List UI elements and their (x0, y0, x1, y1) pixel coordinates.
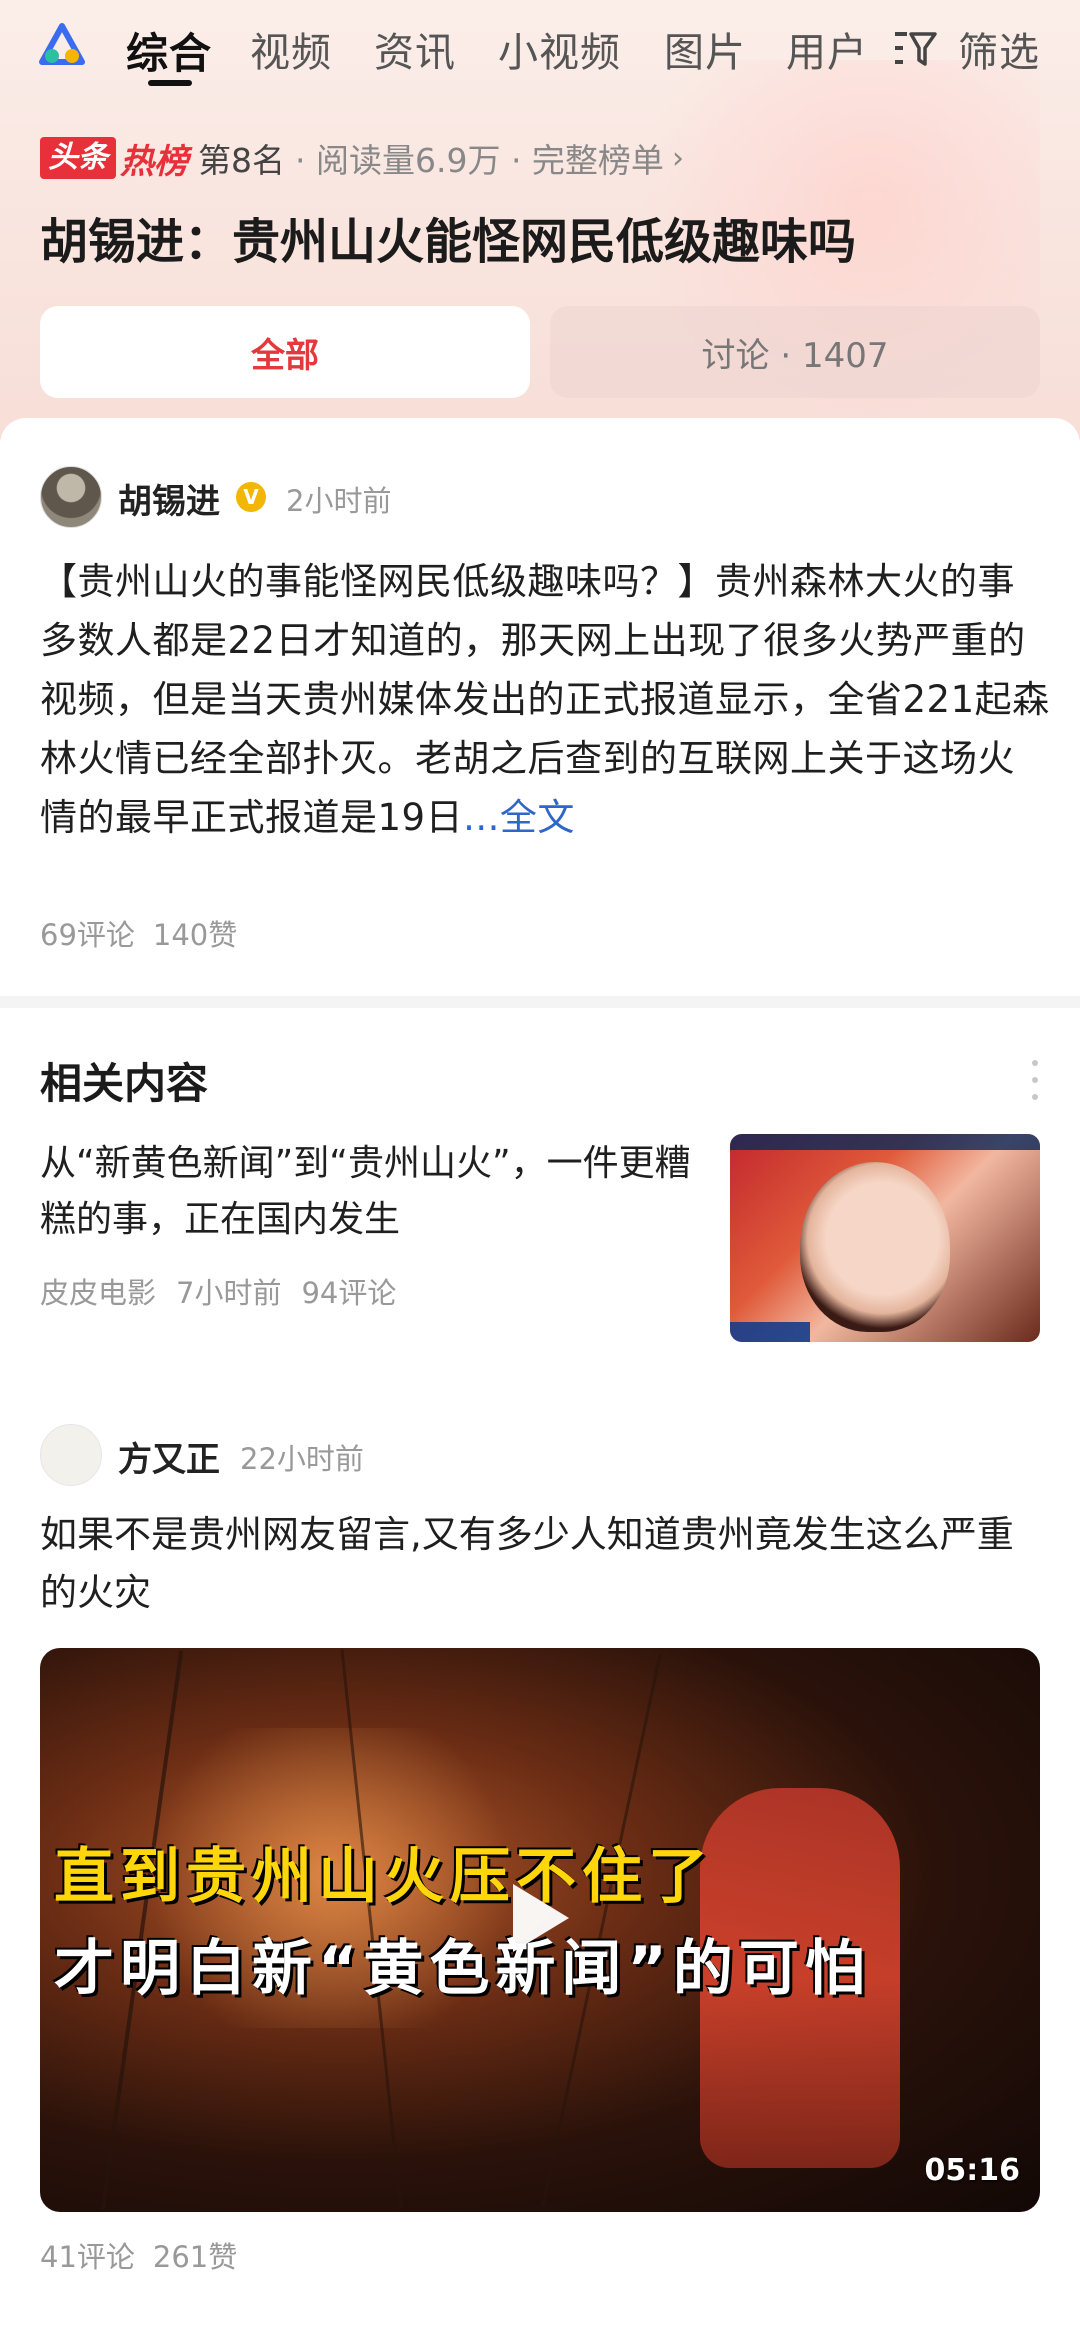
hot-rank-row[interactable]: 头条 热榜 第8名 · 阅读量6.9万 · 完整榜单 › (40, 134, 684, 182)
filter-icon[interactable] (893, 28, 937, 68)
active-tab-indicator (148, 80, 192, 86)
thumbnail-hud-bar (730, 1134, 1040, 1150)
post2-stats: 41评论 261赞 (40, 2234, 237, 2276)
like-count[interactable]: 140赞 (153, 918, 237, 952)
search-tab-bar: 综合 视频 资讯 小视频 图片 用户 筛选 (0, 0, 1080, 92)
section-divider (0, 996, 1080, 1008)
related-article-thumbnail[interactable] (730, 1134, 1040, 1342)
read-more-link[interactable]: ...全文 (463, 796, 575, 839)
verified-badge-icon: V (236, 482, 266, 512)
segment-discussion[interactable]: 讨论 · 1407 (550, 306, 1040, 398)
app-logo-icon[interactable] (38, 22, 86, 66)
thumbnail-portrait (800, 1162, 950, 1332)
hot-badge-label: 热榜 (120, 141, 188, 182)
video-caption-line2: 才明白新“黄色新闻”的可怕 (54, 1934, 871, 2004)
tab-images[interactable]: 图片 (664, 20, 746, 78)
more-options-icon[interactable] (1030, 1060, 1040, 1100)
author2-name[interactable]: 方又正 (118, 1432, 220, 1481)
post2-comment-count[interactable]: 41评论 (40, 2240, 135, 2274)
related-time: 7小时前 (176, 1276, 282, 1310)
play-icon[interactable] (513, 1884, 569, 1952)
hot-badge-toutiao: 头条 (40, 137, 116, 179)
tab-comprehensive[interactable]: 综合 (126, 20, 212, 81)
related-article-title[interactable]: 从“新黄色新闻”到“贵州山火”，一件更糟糕的事，正在国内发生 (40, 1136, 700, 1248)
related-section-title: 相关内容 (40, 1059, 209, 1108)
author-name[interactable]: 胡锡进 (118, 474, 220, 523)
hot-rank-position: 第8名 (198, 141, 285, 180)
post2-time: 22小时前 (240, 1442, 364, 1476)
related-comments: 94评论 (301, 1276, 397, 1310)
related-article-meta: 皮皮电影 7小时前 94评论 (40, 1270, 396, 1312)
video-caption-line1: 直到贵州山火压不住了 (54, 1842, 714, 1912)
post-time: 2小时前 (286, 484, 392, 518)
post2-body[interactable]: 如果不是贵州网友留言,又有多少人知道贵州竟发生这么严重的火灾 (40, 1506, 1050, 1622)
page-title: 胡锡进：贵州山火能怪网民低级趣味吗 (40, 214, 857, 270)
hot-rank-meta: · 阅读量6.9万 · 完整榜单 (295, 141, 664, 180)
comment-count[interactable]: 69评论 (40, 918, 135, 952)
filter-button[interactable]: 筛选 (958, 20, 1040, 78)
thumbnail-corner-label (730, 1322, 810, 1342)
post-body[interactable]: 【贵州山火的事能怪网民低级趣味吗？】贵州森林大火的事多数人都是22日才知道的，那… (40, 552, 1050, 847)
tab-users[interactable]: 用户 (786, 20, 868, 78)
author2-avatar[interactable] (40, 1424, 102, 1486)
chevron-right-icon: › (671, 140, 684, 176)
tab-short-video[interactable]: 小视频 (498, 20, 621, 78)
video-player[interactable]: 直到贵州山火压不住了 才明白新“黄色新闻”的可怕 05:16 (40, 1648, 1040, 2212)
related-source: 皮皮电影 (40, 1276, 157, 1310)
tab-news[interactable]: 资讯 (374, 20, 456, 78)
post2-like-count[interactable]: 261赞 (153, 2240, 237, 2274)
author-avatar[interactable] (40, 466, 102, 528)
post-stats: 69评论 140赞 (40, 912, 237, 954)
tab-video[interactable]: 视频 (250, 20, 332, 78)
video-duration: 05:16 (924, 2153, 1021, 2188)
segment-all[interactable]: 全部 (40, 306, 530, 398)
